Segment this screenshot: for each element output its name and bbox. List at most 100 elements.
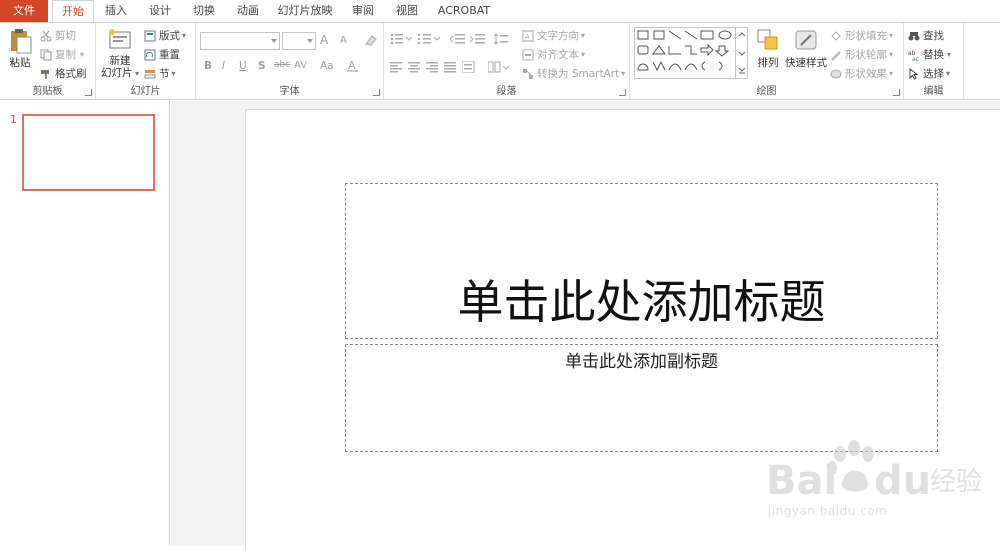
- drawing-launcher[interactable]: [893, 89, 900, 96]
- effects-icon: [830, 68, 842, 80]
- replace-icon: ab ac: [908, 49, 920, 63]
- shape-fill-button[interactable]: 形状填充 ▾: [830, 28, 893, 43]
- subtitle-placeholder-text: 单击此处添加副标题: [565, 352, 718, 372]
- change-case-button[interactable]: Aa: [320, 60, 334, 72]
- align-text-label: 对齐文本: [537, 49, 579, 61]
- format-painter-button[interactable]: 格式刷: [40, 66, 87, 81]
- text-direction-button[interactable]: A 文字方向 ▾: [522, 28, 585, 43]
- font-group-label: 字体: [279, 86, 300, 97]
- new-slide-label-1: 新建: [109, 55, 131, 67]
- paste-label: 粘贴: [9, 57, 31, 69]
- shapes-gallery[interactable]: [634, 27, 748, 79]
- clipboard-group-label: 剪贴板: [32, 86, 63, 97]
- scissors-icon: [40, 30, 52, 42]
- title-placeholder[interactable]: 单击此处添加标题: [345, 183, 938, 339]
- font-name-combo[interactable]: [200, 32, 280, 50]
- columns-icon[interactable]: [487, 61, 510, 76]
- smartart-label: 转换为 SmartArt: [537, 68, 620, 80]
- ribbon: 粘贴 剪切 复制 ▾ 格式刷 剪贴板 新建 幻灯片 ▾ 版式 ▾ 重置 节 ▾ …: [0, 22, 1000, 100]
- slide-number: 1: [10, 113, 17, 126]
- replace-button[interactable]: ab ac 替换 ▾: [908, 47, 951, 63]
- strikethrough-button[interactable]: abc: [274, 60, 290, 70]
- editing-group-label: 编辑: [923, 86, 944, 97]
- copy-button[interactable]: 复制 ▾: [40, 47, 84, 62]
- pen-icon: [830, 49, 842, 61]
- select-button[interactable]: 选择 ▾: [908, 66, 950, 81]
- font-size-combo[interactable]: [282, 32, 316, 50]
- gallery-scrollbar[interactable]: [735, 28, 747, 78]
- bold-button[interactable]: B: [204, 60, 212, 72]
- increase-indent-icon[interactable]: [469, 33, 486, 48]
- cut-label: 剪切: [55, 30, 76, 42]
- cut-button[interactable]: 剪切: [40, 28, 76, 43]
- tab-insert[interactable]: 插入: [96, 0, 136, 22]
- clipboard-group: 粘贴 剪切 复制 ▾ 格式刷 剪贴板: [0, 23, 96, 99]
- tab-file[interactable]: 文件: [0, 0, 48, 22]
- slide-thumbnail[interactable]: [22, 114, 155, 191]
- shape-outline-label: 形状轮廓: [845, 49, 887, 61]
- align-text-button[interactable]: 对齐文本 ▾: [522, 47, 585, 62]
- justify-icon[interactable]: [444, 61, 458, 76]
- tab-review[interactable]: 审阅: [342, 0, 384, 22]
- new-slide-label-2: 幻灯片: [100, 67, 133, 79]
- drawing-group-label: 绘图: [756, 86, 777, 97]
- shape-outline-button[interactable]: 形状轮廓 ▾: [830, 47, 893, 62]
- slide-editing-area: 单击此处添加标题 单击此处添加副标题: [171, 101, 1000, 550]
- paragraph-launcher[interactable]: [619, 89, 626, 96]
- arrange-icon: [755, 27, 781, 53]
- bullets-icon[interactable]: [390, 33, 413, 48]
- char-spacing-button[interactable]: AV: [294, 60, 307, 71]
- tab-home[interactable]: 开始: [52, 0, 94, 23]
- find-button[interactable]: 查找: [908, 28, 944, 43]
- grow-font-button[interactable]: A: [320, 33, 328, 47]
- new-slide-icon: [107, 27, 133, 53]
- shrink-font-button[interactable]: A: [340, 35, 347, 46]
- underline-button[interactable]: U: [239, 60, 247, 72]
- slides-group: 新建 幻灯片 ▾ 版式 ▾ 重置 节 ▾ 幻灯片: [96, 23, 196, 99]
- align-right-icon[interactable]: [426, 61, 440, 76]
- shape-effects-button[interactable]: 形状效果 ▾: [830, 66, 893, 81]
- layout-button[interactable]: 版式 ▾: [144, 28, 186, 43]
- section-button[interactable]: 节 ▾: [144, 66, 176, 81]
- shape-effects-label: 形状效果: [845, 68, 887, 80]
- tab-view[interactable]: 视图: [388, 0, 426, 22]
- arrange-button[interactable]: 排列: [754, 27, 782, 70]
- shadow-button[interactable]: S: [258, 60, 266, 72]
- line-spacing-icon[interactable]: [493, 33, 516, 48]
- quick-styles-label: 快速样式: [785, 57, 827, 69]
- quick-styles-button[interactable]: 快速样式: [784, 27, 828, 70]
- layout-icon: [144, 30, 156, 42]
- italic-button[interactable]: I: [222, 60, 225, 72]
- drawing-group: 排列 快速样式 形状填充 ▾ 形状轮廓 ▾ 形状效果 ▾ 绘图: [630, 23, 904, 99]
- numbering-icon[interactable]: [418, 33, 441, 48]
- tab-transitions[interactable]: 切换: [184, 0, 224, 22]
- font-launcher[interactable]: [373, 89, 380, 96]
- align-center-icon[interactable]: [408, 61, 422, 76]
- convert-smartart-button[interactable]: 转换为 SmartArt ▾: [522, 66, 625, 81]
- shapes-gallery-icons: [637, 30, 732, 72]
- clear-format-icon[interactable]: [364, 33, 378, 50]
- slide-canvas[interactable]: 单击此处添加标题 单击此处添加副标题: [246, 110, 1000, 550]
- smartart-icon: [522, 68, 534, 80]
- paragraph-group-label: 段落: [496, 86, 517, 97]
- clipboard-icon: [7, 27, 33, 54]
- subtitle-placeholder[interactable]: 单击此处添加副标题: [345, 344, 938, 452]
- reset-button[interactable]: 重置: [144, 47, 180, 62]
- tab-animations[interactable]: 动画: [228, 0, 268, 22]
- layout-label: 版式: [159, 30, 180, 42]
- decrease-indent-icon[interactable]: [449, 33, 466, 48]
- select-label: 选择: [923, 68, 944, 80]
- tab-acrobat[interactable]: ACROBAT: [432, 0, 496, 22]
- reset-label: 重置: [159, 49, 180, 61]
- align-left-icon[interactable]: [390, 61, 404, 76]
- slide-thumbnail-pane: 1: [0, 101, 170, 546]
- tab-design[interactable]: 设计: [140, 0, 180, 22]
- text-direction-label: 文字方向: [537, 30, 579, 42]
- clipboard-launcher[interactable]: [85, 89, 92, 96]
- find-label: 查找: [923, 30, 944, 42]
- new-slide-button[interactable]: 新建 幻灯片 ▾: [100, 27, 140, 80]
- distributed-icon[interactable]: [461, 60, 476, 76]
- paste-button[interactable]: 粘贴: [4, 27, 36, 70]
- font-color-icon[interactable]: A: [346, 59, 362, 76]
- tab-slideshow[interactable]: 幻灯片放映: [272, 0, 338, 22]
